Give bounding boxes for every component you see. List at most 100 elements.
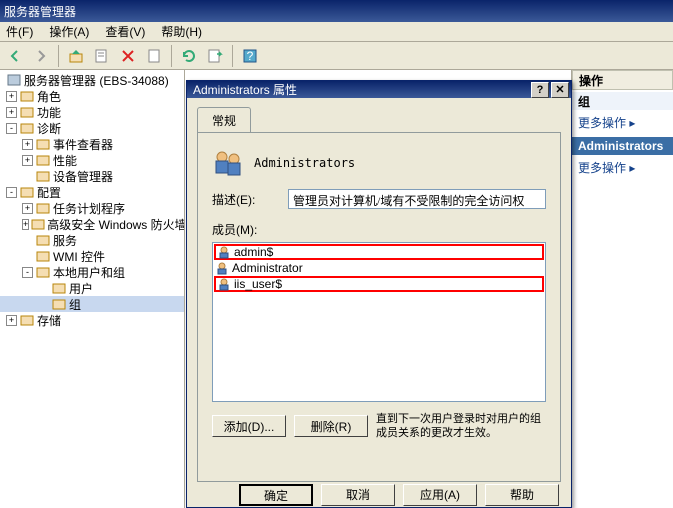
tree-item[interactable]: - 本地用户和组 [0, 264, 184, 280]
tree-item[interactable]: + 存储 [0, 312, 184, 328]
members-note: 直到下一次用户登录时对用户的组成员关系的更改才生效。 [376, 412, 546, 440]
user-icon [216, 244, 232, 260]
ok-button[interactable]: 确定 [239, 484, 313, 506]
tree-item[interactable]: - 配置 [0, 184, 184, 200]
tree-expander[interactable]: + [6, 107, 17, 118]
toolbar-forward-button[interactable] [30, 45, 52, 67]
description-label: 描述(E): [212, 191, 282, 208]
server-icon [6, 72, 22, 88]
tree-expander[interactable]: + [22, 219, 29, 230]
menu-file[interactable]: 件(F) [6, 23, 33, 40]
tree-expander[interactable]: - [6, 123, 17, 134]
tree-item[interactable]: - 诊断 [0, 120, 184, 136]
tree-item[interactable]: 用户 [0, 280, 184, 296]
user-icon [216, 276, 232, 292]
tree-item[interactable]: + 性能 [0, 152, 184, 168]
tree-item-label: 角色 [37, 88, 61, 105]
member-name: Administrator [232, 261, 303, 275]
tree-pane[interactable]: 服务器管理器 (EBS-34088) + 角色 + 功能 - 诊断 + 事件查看器 + 性能设备管… [0, 70, 185, 508]
toolbar-up-button[interactable] [65, 45, 87, 67]
folder-icon [19, 312, 35, 328]
toolbar-help-button[interactable]: ? [239, 45, 261, 67]
tree-root-label: 服务器管理器 (EBS-34088) [24, 72, 169, 89]
tree-item-label: 事件查看器 [53, 136, 113, 153]
actions-more-1[interactable]: 更多操作 ▸ [572, 110, 673, 135]
tree-item-label: 高级安全 Windows 防火墙 [47, 216, 185, 233]
tree-item-label: WMI 控件 [53, 248, 105, 265]
add-button[interactable]: 添加(D)... [212, 415, 286, 437]
dialog-help-button[interactable]: ? [531, 82, 549, 98]
help-button[interactable]: 帮助 [485, 484, 559, 506]
dialog-button-row: 确定 取消 应用(A) 帮助 [187, 482, 571, 507]
tree-expander[interactable]: + [22, 139, 33, 150]
toolbar-separator [232, 45, 233, 67]
tree-root[interactable]: 服务器管理器 (EBS-34088) [0, 72, 184, 88]
tree-item-label: 本地用户和组 [53, 264, 125, 281]
folder-icon [19, 120, 35, 136]
tree-item[interactable]: 设备管理器 [0, 168, 184, 184]
apply-button[interactable]: 应用(A) [403, 484, 477, 506]
member-item[interactable]: Administrator [214, 260, 544, 276]
tree-item-label: 存储 [37, 312, 61, 329]
remove-button[interactable]: 删除(R) [294, 415, 368, 437]
tree-item[interactable]: WMI 控件 [0, 248, 184, 264]
cancel-button[interactable]: 取消 [321, 484, 395, 506]
folder-icon [51, 296, 67, 312]
toolbar-separator [171, 45, 172, 67]
folder-icon [31, 216, 45, 232]
description-field[interactable]: 管理员对计算机/域有不受限制的完全访问权 [288, 189, 546, 209]
menu-view[interactable]: 查看(V) [105, 23, 145, 40]
toolbar-export-button[interactable] [204, 45, 226, 67]
tree-expander[interactable]: + [6, 91, 17, 102]
tree-expander[interactable]: - [6, 187, 17, 198]
folder-icon [35, 232, 51, 248]
toolbar-refresh-button[interactable] [178, 45, 200, 67]
actions-pane: 操作 组 更多操作 ▸ Administrators 更多操作 ▸ [571, 70, 673, 508]
member-item[interactable]: iis_user$ [214, 276, 544, 292]
folder-icon [35, 136, 51, 152]
tree-item-label: 设备管理器 [53, 168, 113, 185]
tree-item[interactable]: + 功能 [0, 104, 184, 120]
toolbar: ? [0, 42, 673, 70]
toolbar-back-button[interactable] [4, 45, 26, 67]
tree-item[interactable]: 组 [0, 296, 184, 312]
tree-item[interactable]: + 任务计划程序 [0, 200, 184, 216]
properties-dialog: Administrators 属性 ? ✕ 常规 Administrators [186, 80, 572, 508]
toolbar-separator [58, 45, 59, 67]
user-icon [214, 260, 230, 276]
folder-icon [19, 184, 35, 200]
dialog-title-bar[interactable]: Administrators 属性 ? ✕ [187, 81, 571, 98]
folder-icon [19, 88, 35, 104]
tree-item-label: 功能 [37, 104, 61, 121]
tab-strip: 常规 [197, 106, 561, 132]
main-window-title: 服务器管理器 [4, 3, 76, 20]
actions-more-2[interactable]: 更多操作 ▸ [572, 155, 673, 180]
menu-help[interactable]: 帮助(H) [161, 23, 202, 40]
tree-item[interactable]: + 事件查看器 [0, 136, 184, 152]
folder-icon [35, 200, 51, 216]
tree-expander[interactable]: + [22, 203, 33, 214]
toolbar-delete-button[interactable] [117, 45, 139, 67]
tree-item-label: 组 [69, 296, 81, 313]
toolbar-properties-button[interactable] [91, 45, 113, 67]
member-item[interactable]: admin$ [214, 244, 544, 260]
tab-general[interactable]: 常规 [197, 107, 251, 133]
tree-expander[interactable]: - [22, 267, 33, 278]
menu-action[interactable]: 操作(A) [49, 23, 89, 40]
tree-item-label: 诊断 [37, 120, 61, 137]
main-window-title-bar: 服务器管理器 [0, 0, 673, 22]
tree-expander[interactable]: + [6, 315, 17, 326]
tree-item-label: 性能 [53, 152, 77, 169]
toolbar-page-button[interactable] [143, 45, 165, 67]
tree-item[interactable]: 服务 [0, 232, 184, 248]
member-name: admin$ [234, 245, 273, 259]
tree-item[interactable]: + 角色 [0, 88, 184, 104]
tree-item[interactable]: + 高级安全 Windows 防火墙 [0, 216, 184, 232]
tree-item-label: 任务计划程序 [53, 200, 125, 217]
dialog-close-button[interactable]: ✕ [551, 82, 569, 98]
group-name: Administrators [254, 156, 355, 170]
folder-icon [35, 248, 51, 264]
tree-item-label: 配置 [37, 184, 61, 201]
members-list[interactable]: admin$ Administratoriis_user$ [212, 242, 546, 402]
tree-expander[interactable]: + [22, 155, 33, 166]
